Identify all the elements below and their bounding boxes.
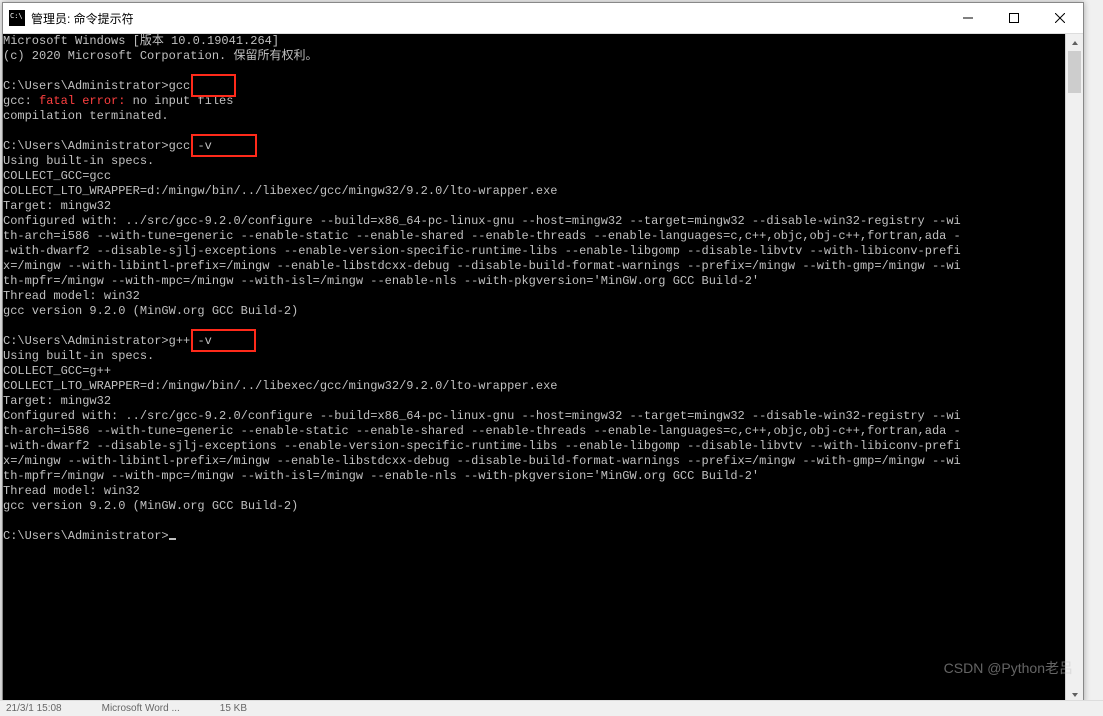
scroll-up-button[interactable] bbox=[1066, 34, 1083, 51]
terminal-line: gcc version 9.2.0 (MinGW.org GCC Build-2… bbox=[3, 499, 1066, 514]
terminal-area[interactable]: Microsoft Windows [版本 10.0.19041.264](c)… bbox=[3, 34, 1083, 703]
taskbar-time: 21/3/1 15:08 bbox=[6, 703, 62, 714]
terminal-line: Microsoft Windows [版本 10.0.19041.264] bbox=[3, 34, 1066, 49]
terminal-line: -with-dwarf2 --disable-sjlj-exceptions -… bbox=[3, 439, 1066, 454]
typed-command: gcc -v bbox=[169, 139, 212, 153]
cmd-icon bbox=[9, 10, 25, 26]
window-title: 管理员: 命令提示符 bbox=[31, 10, 134, 27]
window-controls bbox=[945, 3, 1083, 33]
terminal-line bbox=[3, 124, 1066, 139]
titlebar[interactable]: 管理员: 命令提示符 bbox=[3, 3, 1083, 34]
terminal-line: Configured with: ../src/gcc-9.2.0/config… bbox=[3, 214, 1066, 229]
terminal-line: C:\Users\Administrator>gcc -v bbox=[3, 139, 1066, 154]
scroll-track[interactable] bbox=[1066, 51, 1083, 686]
terminal-line: gcc: fatal error: no input files bbox=[3, 94, 1066, 109]
terminal-line: Using built-in specs. bbox=[3, 154, 1066, 169]
terminal-line: gcc version 9.2.0 (MinGW.org GCC Build-2… bbox=[3, 304, 1066, 319]
terminal-line: -with-dwarf2 --disable-sjlj-exceptions -… bbox=[3, 244, 1066, 259]
terminal-line: C:\Users\Administrator>gcc bbox=[3, 79, 1066, 94]
terminal-line: compilation terminated. bbox=[3, 109, 1066, 124]
terminal-line: COLLECT_GCC=gcc bbox=[3, 169, 1066, 184]
taskbar-doc: Microsoft Word ... bbox=[102, 703, 180, 714]
close-button[interactable] bbox=[1037, 3, 1083, 33]
terminal-line: COLLECT_LTO_WRAPPER=d:/mingw/bin/../libe… bbox=[3, 184, 1066, 199]
terminal-line bbox=[3, 514, 1066, 529]
cmd-window: 管理员: 命令提示符 Microsoft Windows [版本 10.0.19… bbox=[2, 2, 1084, 704]
typed-command: g++ -v bbox=[169, 334, 212, 348]
terminal-line bbox=[3, 319, 1066, 334]
vertical-scrollbar[interactable] bbox=[1065, 34, 1083, 703]
taskbar-size: 15 KB bbox=[220, 703, 247, 714]
terminal-line: C:\Users\Administrator>g++ -v bbox=[3, 334, 1066, 349]
minimize-button[interactable] bbox=[945, 3, 991, 33]
scroll-thumb[interactable] bbox=[1068, 51, 1081, 93]
terminal-line: Thread model: win32 bbox=[3, 484, 1066, 499]
terminal-line: x=/mingw --with-libintl-prefix=/mingw --… bbox=[3, 259, 1066, 274]
terminal-line: th-arch=i586 --with-tune=generic --enabl… bbox=[3, 424, 1066, 439]
terminal-line bbox=[3, 64, 1066, 79]
terminal-line: (c) 2020 Microsoft Corporation. 保留所有权利。 bbox=[3, 49, 1066, 64]
terminal-line: COLLECT_GCC=g++ bbox=[3, 364, 1066, 379]
terminal-line: Configured with: ../src/gcc-9.2.0/config… bbox=[3, 409, 1066, 424]
terminal-line: COLLECT_LTO_WRAPPER=d:/mingw/bin/../libe… bbox=[3, 379, 1066, 394]
terminal-line: C:\Users\Administrator> bbox=[3, 529, 1066, 544]
terminal-line: Target: mingw32 bbox=[3, 394, 1066, 409]
terminal-line: Using built-in specs. bbox=[3, 349, 1066, 364]
cursor bbox=[169, 538, 176, 540]
terminal-line: Target: mingw32 bbox=[3, 199, 1066, 214]
background-taskbar: 21/3/1 15:08 Microsoft Word ... 15 KB bbox=[0, 700, 1103, 716]
terminal-line: Thread model: win32 bbox=[3, 289, 1066, 304]
terminal-line: th-arch=i586 --with-tune=generic --enabl… bbox=[3, 229, 1066, 244]
terminal-line: th-mpfr=/mingw --with-mpc=/mingw --with-… bbox=[3, 274, 1066, 289]
maximize-button[interactable] bbox=[991, 3, 1037, 33]
terminal-line: x=/mingw --with-libintl-prefix=/mingw --… bbox=[3, 454, 1066, 469]
terminal-output[interactable]: Microsoft Windows [版本 10.0.19041.264](c)… bbox=[3, 34, 1066, 703]
typed-command: gcc bbox=[169, 79, 191, 93]
terminal-line: th-mpfr=/mingw --with-mpc=/mingw --with-… bbox=[3, 469, 1066, 484]
